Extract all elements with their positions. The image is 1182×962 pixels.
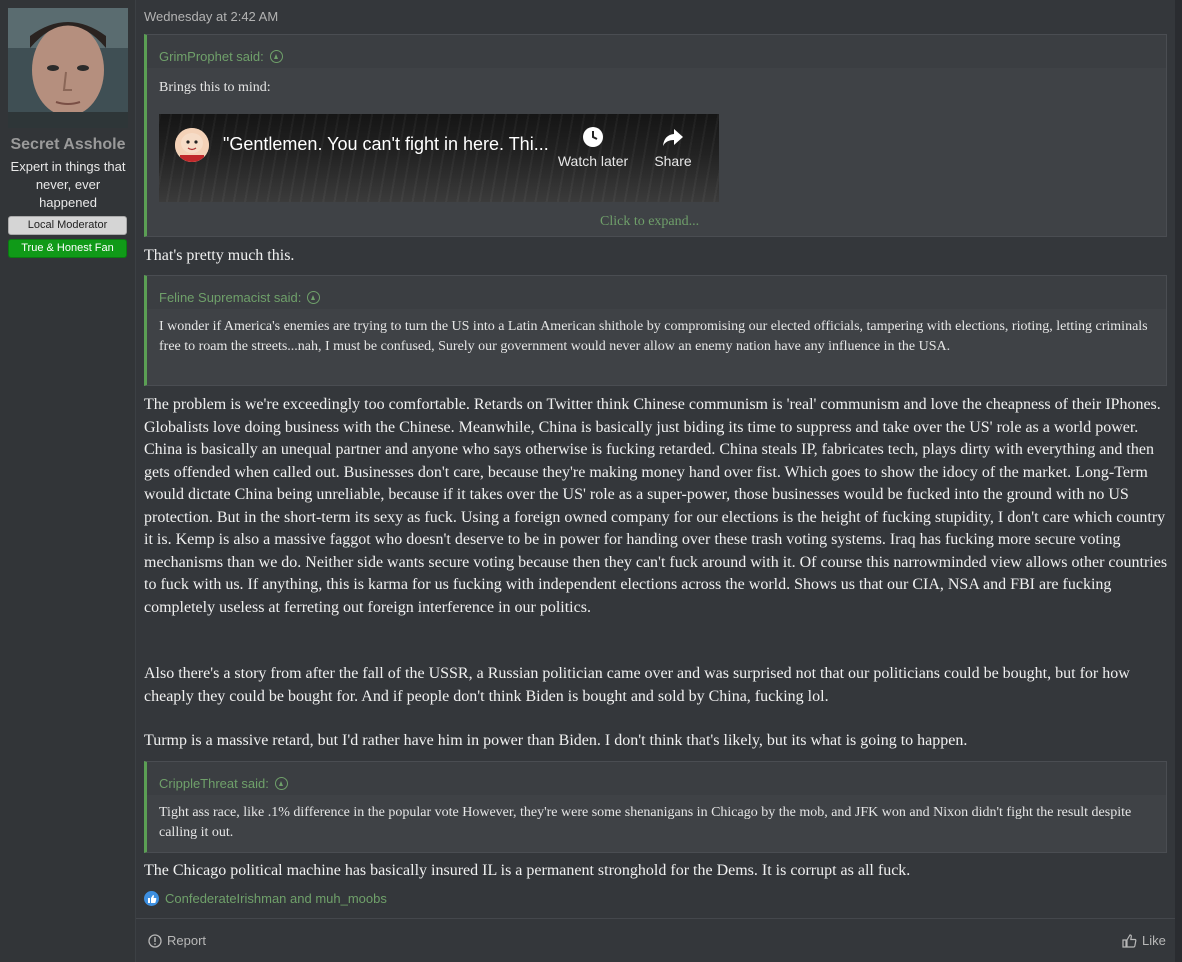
reactions-bar[interactable]: ConfederateIrishman and muh_moobs <box>144 891 387 906</box>
click-to-expand-link[interactable]: Click to expand... <box>600 214 699 230</box>
video-thumbnail <box>159 113 719 202</box>
video-title[interactable]: "Gentlemen. You can't fight in here. Thi… <box>223 134 549 155</box>
video-embed[interactable]: "Gentlemen. You can't fight in here. Thi… <box>159 113 719 202</box>
moderator-banner: Local Moderator <box>8 216 127 235</box>
report-label: Report <box>167 933 207 948</box>
reaction-users[interactable]: ConfederateIrishman and muh_moobs <box>165 891 387 906</box>
share-label: Share <box>654 152 692 169</box>
user-title: Expert in things that never, ever happen… <box>10 159 126 210</box>
fan-banner: True & Honest Fan <box>8 239 127 258</box>
watch-later-label: Watch later <box>557 152 629 169</box>
report-button[interactable]: Report <box>148 933 206 948</box>
up-arrow-icon[interactable] <box>269 50 283 63</box>
quote-header[interactable]: Feline Supremacist said: <box>147 276 1166 309</box>
avatar[interactable] <box>8 8 128 128</box>
share-button[interactable]: Share <box>649 126 697 172</box>
reply-text-1: That's pretty much this. <box>144 247 295 264</box>
username[interactable]: Secret Asshole <box>0 136 136 154</box>
post-footer <box>136 918 1175 962</box>
like-label: Like <box>1142 933 1166 948</box>
user-sidebar: Secret Asshole Expert in things that nev… <box>0 0 136 962</box>
reply-text-2: The Chicago political machine has basica… <box>144 862 911 879</box>
like-reaction-icon <box>144 891 159 906</box>
like-button[interactable]: Like <box>1122 933 1166 948</box>
report-icon <box>148 933 162 948</box>
thumbs-up-icon <box>1122 933 1137 948</box>
quote-body: I wonder if America's enemies are trying… <box>147 309 1166 385</box>
channel-avatar[interactable] <box>175 127 209 162</box>
quote-block-feline: Feline Supremacist said: I wonder if Ame… <box>144 275 1167 386</box>
up-arrow-icon[interactable] <box>307 291 321 304</box>
quote-body: Brings this to mind: "Gentlemen. You can… <box>147 68 1166 236</box>
quote-author[interactable]: CrippleThreat said: <box>159 776 269 791</box>
page-edge <box>1175 0 1182 962</box>
quote-body: Tight ass race, like .1% difference in t… <box>147 795 1166 852</box>
quote-text: Brings this to mind: <box>159 80 271 95</box>
watch-later-button[interactable]: Watch later <box>557 126 629 172</box>
post-timestamp[interactable]: Wednesday at 2:42 AM <box>144 9 278 24</box>
quote-author[interactable]: GrimProphet said: <box>159 49 264 64</box>
quote-author[interactable]: Feline Supremacist said: <box>159 290 301 305</box>
body-paragraph-3: Turmp is a massive retard, but I'd rathe… <box>144 732 968 749</box>
share-icon <box>663 128 683 146</box>
quote-header[interactable]: CrippleThreat said: <box>147 762 1166 795</box>
clock-icon <box>583 126 603 147</box>
quote-header[interactable]: GrimProphet said: <box>147 35 1166 68</box>
up-arrow-icon[interactable] <box>274 777 288 790</box>
body-paragraph-2: Also there's a story from after the fall… <box>144 665 1130 705</box>
quote-block-grimprophet: GrimProphet said: Brings this to mind: "… <box>144 34 1167 237</box>
body-paragraph-1: The problem is we're exceedingly too com… <box>144 396 1168 616</box>
quote-block-crippletreat: CrippleThreat said: Tight ass race, like… <box>144 761 1167 853</box>
